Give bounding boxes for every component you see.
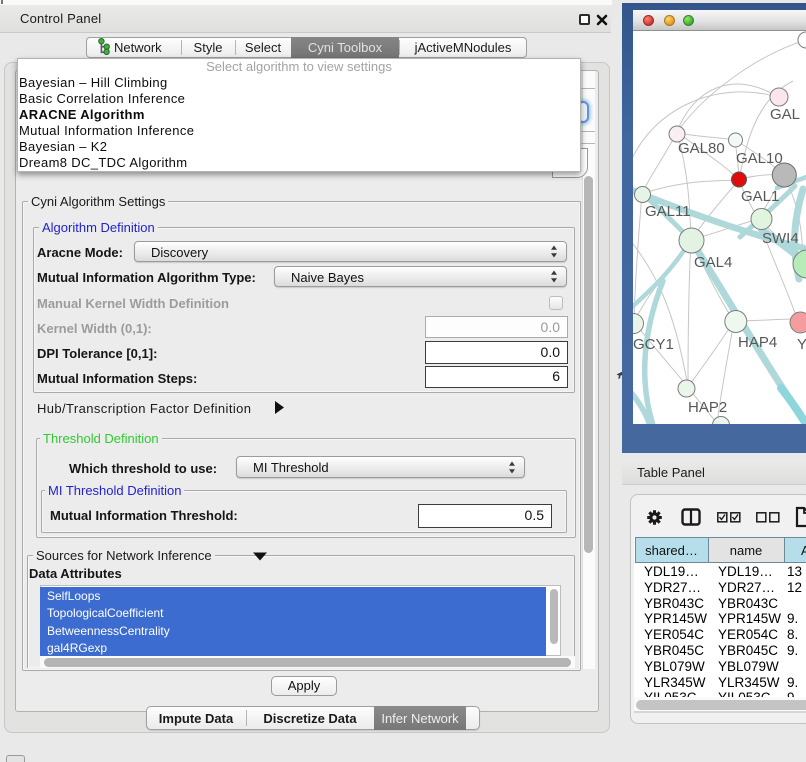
svg-text:GCY1: GCY1 — [633, 336, 674, 353]
svg-text:HAP2: HAP2 — [688, 399, 727, 416]
svg-text:GAL1: GAL1 — [741, 188, 779, 205]
svg-text:SWI4: SWI4 — [762, 230, 799, 247]
svg-text:GAL4: GAL4 — [694, 254, 732, 271]
svg-text:GAL11: GAL11 — [645, 203, 691, 220]
svg-text:HAP4: HAP4 — [738, 334, 777, 351]
svg-text:GAL: GAL — [770, 106, 800, 123]
svg-text:GAL80: GAL80 — [678, 140, 725, 157]
svg-text:GAL10: GAL10 — [736, 150, 783, 167]
svg-text:Y: Y — [797, 336, 806, 353]
